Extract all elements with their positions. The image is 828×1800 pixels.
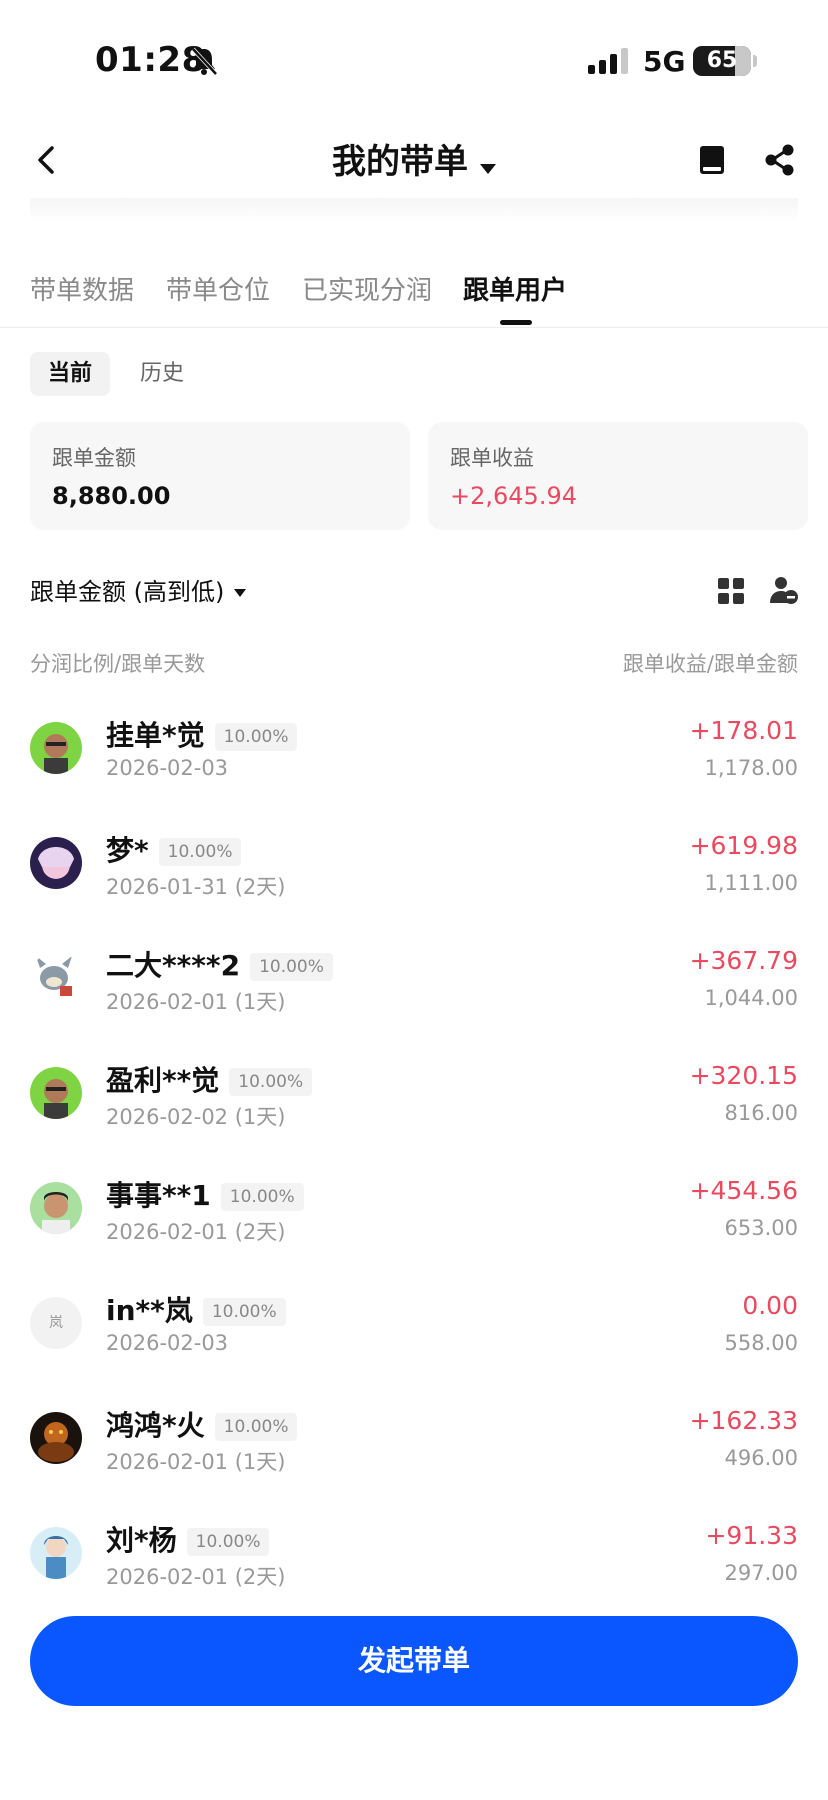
page-title: 我的带单 bbox=[332, 142, 468, 182]
book-icon[interactable] bbox=[697, 142, 727, 178]
share-ratio-badge: 10.00% bbox=[214, 1413, 298, 1441]
follow-profit: +320.15 bbox=[689, 1061, 798, 1090]
tab-followers[interactable]: 跟单用户 bbox=[463, 270, 567, 307]
share-ratio-badge: 10.00% bbox=[250, 953, 333, 981]
follower-name: 盈利**觉 10.00% bbox=[106, 1059, 313, 1099]
follow-date: 2026-02-01 (2天) bbox=[106, 1220, 286, 1244]
follow-amount: 1,044.00 bbox=[704, 986, 798, 1010]
follow-profit-label: 跟单收益 bbox=[450, 446, 534, 470]
follower-row[interactable]: 岚 in**岚 10.00% 2026-02-03 0.00 558.00 bbox=[0, 1275, 828, 1390]
follow-date: 2026-02-03 bbox=[106, 1331, 229, 1355]
share-ratio-badge: 10.00% bbox=[158, 838, 242, 866]
follow-amount-value: 8,880.00 bbox=[52, 482, 171, 510]
follow-date: 2026-02-01 (1天) bbox=[106, 1450, 286, 1474]
share-ratio-badge: 10.00% bbox=[214, 723, 298, 751]
column-header-left: 分润比例/跟单天数 bbox=[30, 652, 206, 676]
tab-lead-positions[interactable]: 带单仓位 bbox=[166, 270, 270, 307]
caret-down-icon bbox=[234, 589, 247, 597]
follower-row[interactable]: 盈利**觉 10.00% 2026-02-02 (1天) +320.15 816.… bbox=[0, 1045, 828, 1160]
sort-dropdown[interactable]: 跟单金额 (高到低) bbox=[30, 572, 247, 607]
avatar bbox=[30, 837, 82, 889]
avatar bbox=[30, 1412, 82, 1464]
bell-muted-icon bbox=[191, 47, 218, 76]
follower-name: 梦* 10.00% bbox=[106, 829, 242, 869]
follow-amount-label: 跟单金额 bbox=[52, 446, 136, 470]
follower-name: 挂单*觉 10.00% bbox=[106, 714, 298, 754]
active-tab-indicator bbox=[500, 320, 532, 325]
battery-icon: 65 bbox=[693, 46, 751, 76]
signal-icon bbox=[588, 48, 628, 74]
follow-profit-card: 跟单收益 +2,645.94 bbox=[428, 422, 808, 530]
follow-date: 2026-02-02 (1天) bbox=[106, 1105, 286, 1129]
follower-name: 鸿鸿*火 10.00% bbox=[106, 1404, 298, 1444]
follow-profit-value: +2,645.94 bbox=[450, 482, 577, 510]
grid-view-icon[interactable] bbox=[718, 578, 744, 604]
share-ratio-badge: 10.00% bbox=[229, 1068, 313, 1096]
collapsed-panel bbox=[30, 198, 798, 224]
follower-row[interactable]: 事事**1 10.00% 2026-02-01 (2天) +454.56 653.… bbox=[0, 1160, 828, 1275]
follow-amount: 1,111.00 bbox=[704, 871, 798, 895]
avatar bbox=[30, 1527, 82, 1579]
follow-profit: +162.33 bbox=[689, 1406, 798, 1435]
follower-row[interactable]: 鸿鸿*火 10.00% 2026-02-01 (1天) +162.33 496.0… bbox=[0, 1390, 828, 1505]
remove-user-icon[interactable] bbox=[770, 576, 798, 604]
follow-profit: 0.00 bbox=[742, 1291, 798, 1320]
follow-amount: 297.00 bbox=[724, 1561, 798, 1585]
follower-row[interactable]: 挂单*觉 10.00% 2026-02-03 +178.01 1,178.00 bbox=[0, 700, 828, 815]
share-ratio-badge: 10.00% bbox=[202, 1298, 286, 1326]
share-ratio-badge: 10.00% bbox=[186, 1528, 270, 1556]
follow-profit: +91.33 bbox=[705, 1521, 798, 1550]
avatar bbox=[30, 952, 82, 1004]
follow-profit: +619.98 bbox=[689, 831, 798, 860]
battery-tip bbox=[753, 55, 757, 67]
tab-realized-profit[interactable]: 已实现分润 bbox=[302, 270, 432, 307]
tab-bar: 带单数据 带单仓位 已实现分润 跟单用户 bbox=[0, 260, 828, 328]
avatar bbox=[30, 1182, 82, 1234]
follower-name: in**岚 10.00% bbox=[106, 1289, 286, 1329]
start-lead-button[interactable]: 发起带单 bbox=[30, 1616, 798, 1706]
follower-list: 挂单*觉 10.00% 2026-02-03 +178.01 1,178.00 梦… bbox=[0, 700, 828, 1620]
follow-amount: 653.00 bbox=[724, 1216, 798, 1240]
follow-date: 2026-02-03 bbox=[106, 756, 229, 780]
follow-amount: 816.00 bbox=[724, 1101, 798, 1125]
sort-label: 跟单金额 (高到低) bbox=[30, 578, 225, 606]
network-label: 5G bbox=[643, 45, 686, 78]
follow-date: 2026-02-01 (1天) bbox=[106, 990, 286, 1014]
column-header-right: 跟单收益/跟单金额 bbox=[622, 652, 798, 676]
follow-amount: 558.00 bbox=[724, 1331, 798, 1355]
follow-profit: +367.79 bbox=[689, 946, 798, 975]
avatar: 岚 bbox=[30, 1297, 82, 1349]
follower-name: 事事**1 10.00% bbox=[106, 1174, 304, 1214]
chevron-down-icon bbox=[480, 163, 496, 174]
share-ratio-badge: 10.00% bbox=[220, 1183, 304, 1211]
follower-name: 二大****2 10.00% bbox=[106, 944, 333, 984]
follow-profit: +454.56 bbox=[689, 1176, 798, 1205]
battery-level: 65 bbox=[706, 48, 738, 73]
share-icon[interactable] bbox=[763, 142, 797, 178]
status-bar: 01:28 5G 65 bbox=[0, 0, 828, 120]
follow-amount-card: 跟单金额 8,880.00 bbox=[30, 422, 410, 530]
segment-history[interactable]: 历史 bbox=[122, 352, 202, 396]
follower-row[interactable]: 刘*杨 10.00% 2026-02-01 (2天) +91.33 297.00 bbox=[0, 1505, 828, 1620]
segment-current[interactable]: 当前 bbox=[30, 352, 111, 396]
follower-name: 刘*杨 10.00% bbox=[106, 1519, 270, 1559]
follow-date: 2026-02-01 (2天) bbox=[106, 1565, 286, 1589]
avatar bbox=[30, 1067, 82, 1119]
follow-amount: 1,178.00 bbox=[704, 756, 798, 780]
follow-profit: +178.01 bbox=[689, 716, 798, 745]
avatar bbox=[30, 722, 82, 774]
follower-row[interactable]: 二大****2 10.00% 2026-02-01 (1天) +367.79 1,… bbox=[0, 930, 828, 1045]
nav-header: 我的带单 bbox=[0, 120, 828, 200]
tab-lead-data[interactable]: 带单数据 bbox=[30, 270, 134, 307]
follower-row[interactable]: 梦* 10.00% 2026-01-31 (2天) +619.98 1,111.0… bbox=[0, 815, 828, 930]
follow-amount: 496.00 bbox=[724, 1446, 798, 1470]
follow-date: 2026-01-31 (2天) bbox=[106, 875, 286, 899]
